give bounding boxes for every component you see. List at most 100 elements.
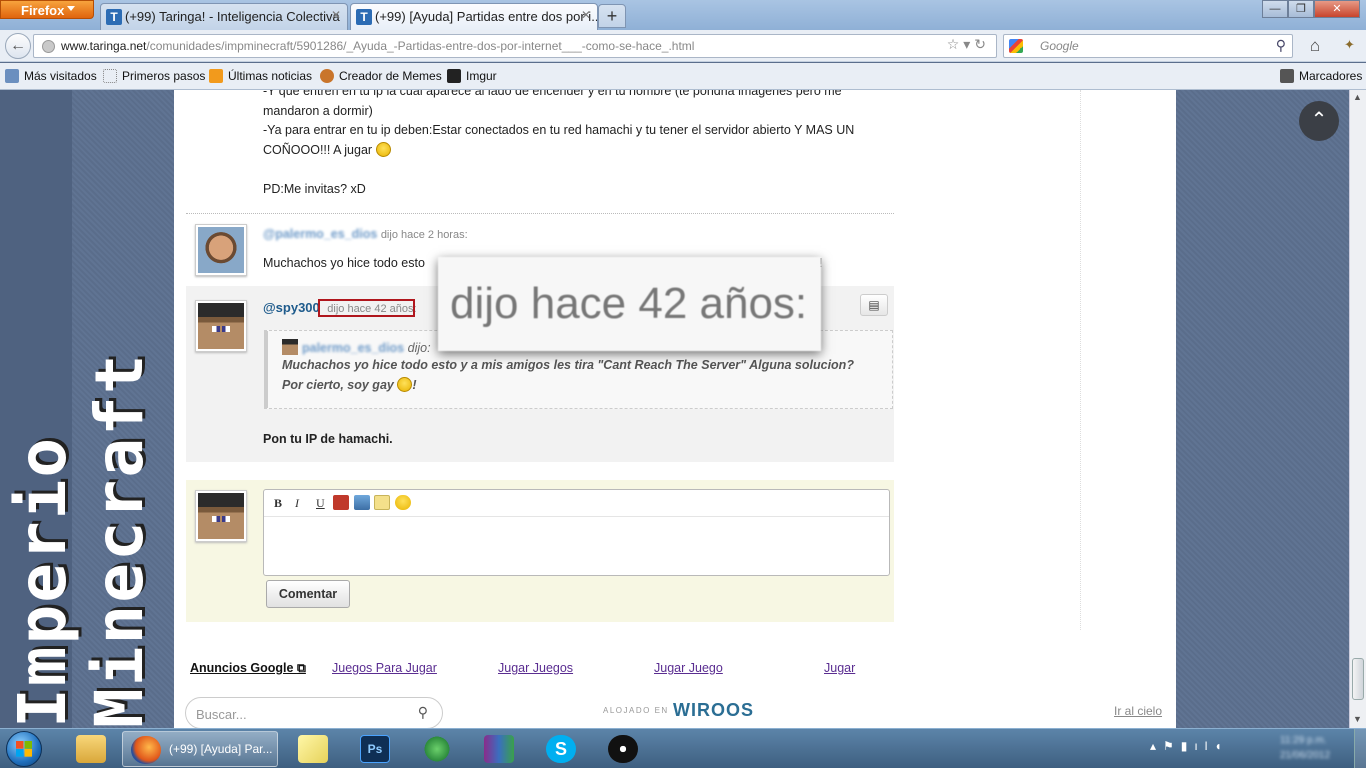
comment-editor[interactable]: B I U: [263, 489, 890, 576]
clock-time: 11:29 p.m.: [1280, 735, 1327, 746]
comment-author[interactable]: @spy300: [263, 300, 320, 315]
bookmark-mas-visitados[interactable]: Más visitados: [5, 69, 97, 83]
quote-said: dijo:: [407, 341, 431, 355]
page-scrollbar[interactable]: ▲ ▼: [1349, 90, 1366, 728]
youtube-icon[interactable]: [333, 495, 349, 510]
bold-button[interactable]: B: [274, 496, 282, 511]
scroll-down-icon[interactable]: ▼: [1353, 714, 1362, 724]
quote-text: Por cierto, soy gay: [282, 378, 394, 392]
scrollbar-thumb[interactable]: [1352, 658, 1364, 700]
comment-timestamp: dijo hace 2 horas:: [380, 229, 468, 241]
bookmark-primeros-pasos[interactable]: Primeros pasos: [103, 69, 205, 83]
close-window-button[interactable]: ✕: [1314, 0, 1360, 18]
bookmark-label: Imgur: [466, 69, 497, 83]
avatar[interactable]: [195, 490, 247, 542]
footer-search-placeholder: Buscar...: [196, 707, 247, 722]
quote-text-end: !: [412, 378, 417, 392]
reply-icon[interactable]: ▤: [860, 294, 888, 316]
show-desktop-button[interactable]: [1354, 729, 1366, 768]
avatar[interactable]: [195, 300, 247, 352]
comentar-button[interactable]: Comentar: [266, 580, 350, 608]
winrar-icon: [484, 735, 514, 763]
maximize-button[interactable]: ❐: [1288, 0, 1314, 18]
addon-icon[interactable]: ✦: [1344, 37, 1360, 53]
close-tab-icon[interactable]: ✕: [581, 8, 591, 22]
bookmark-creador-de-memes[interactable]: Creador de Memes: [320, 69, 442, 83]
scroll-to-top-button[interactable]: ⌃: [1299, 101, 1339, 141]
start-button[interactable]: [6, 731, 42, 767]
comment-separator: [186, 213, 894, 214]
rss-icon: [209, 69, 223, 83]
zoom-callout: dijo hace 42 años:: [438, 257, 821, 351]
quote-avatar: [282, 339, 298, 355]
ad-link[interactable]: Jugar: [824, 661, 855, 675]
site-identity-icon[interactable]: [42, 40, 55, 53]
tab-ayuda-partidas[interactable]: T (+99) [Ayuda] Partidas entre dos por i…: [350, 3, 598, 30]
comment-1-text: COÑOOO!!! A jugar: [263, 143, 373, 157]
firefox-menu-button[interactable]: Firefox: [0, 0, 94, 19]
bookmark-label: Más visitados: [24, 69, 97, 83]
bookmark-label: Creador de Memes: [339, 69, 442, 83]
italic-button[interactable]: I: [295, 496, 299, 511]
steam-task[interactable]: [594, 731, 652, 767]
scroll-up-icon[interactable]: ▲: [1353, 92, 1362, 102]
hosted-by-label: ALOJADO EN: [603, 706, 669, 715]
messenger-task[interactable]: [408, 731, 466, 767]
close-tab-icon[interactable]: ✕: [331, 8, 341, 22]
tab-taringa-home[interactable]: T (+99) Taringa! - Inteligencia Colectiv…: [100, 3, 348, 30]
bookmark-ultimas-noticias[interactable]: Últimas noticias: [209, 69, 312, 83]
firefox-task[interactable]: (+99) [Ayuda] Par...: [122, 731, 278, 767]
winrar-task[interactable]: [470, 731, 528, 767]
background-banner: Imperio Minecraft: [0, 90, 158, 728]
comment-author[interactable]: @palermo_es_dios: [263, 227, 377, 241]
explorer-task[interactable]: [62, 731, 120, 767]
google-engine-icon[interactable]: [1009, 39, 1023, 53]
bookmarks-menu[interactable]: Marcadores: [1280, 69, 1362, 83]
bookmark-star-icon[interactable]: ☆▾↻: [947, 36, 990, 53]
avatar[interactable]: [195, 224, 247, 276]
search-bar[interactable]: Google ⚲: [1003, 34, 1293, 58]
taringa-favicon-icon: T: [106, 9, 122, 25]
clock[interactable]: 11:29 p.m. 21/06/2012: [1280, 733, 1330, 763]
page-icon: [103, 69, 117, 83]
bookmark-folder-icon: [5, 69, 19, 83]
photoshop-task[interactable]: Ps: [346, 731, 404, 767]
bookmark-imgur[interactable]: Imgur: [447, 69, 497, 83]
title-bar: Firefox T (+99) Taringa! - Inteligencia …: [0, 0, 1366, 30]
folder-icon: [76, 735, 106, 763]
ad-link[interactable]: Jugar Juego: [654, 661, 723, 675]
search-icon[interactable]: ⚲: [418, 704, 428, 721]
wiroos-logo[interactable]: WIROOS: [673, 700, 754, 721]
ad-link[interactable]: Jugar Juegos: [498, 661, 573, 675]
back-to-top-link[interactable]: Ir al cielo: [1114, 704, 1162, 718]
home-icon[interactable]: ⌂: [1305, 36, 1325, 56]
quote-line: Muchachos yo hice todo esto y a mis amig…: [282, 358, 854, 372]
sticky-notes-task[interactable]: [284, 731, 342, 767]
new-tab-button[interactable]: +: [598, 4, 626, 28]
system-tray[interactable]: ▴⚑▮ıl◖: [1150, 739, 1270, 759]
image-icon[interactable]: [354, 495, 370, 510]
taringa-favicon-icon: T: [356, 9, 372, 25]
search-icon[interactable]: ⚲: [1276, 37, 1286, 54]
emoticon-icon[interactable]: [395, 495, 411, 510]
ads-label[interactable]: Anuncios Google ⧉: [190, 661, 306, 676]
bookmarks-toolbar: Más visitados Primeros pasos Últimas not…: [0, 63, 1366, 90]
laughing-smiley-icon: [375, 142, 391, 157]
star-icon: [1280, 69, 1294, 83]
bookmarks-menu-label: Marcadores: [1299, 69, 1363, 83]
bookmark-label: Primeros pasos: [122, 69, 206, 83]
quote-icon[interactable]: [374, 495, 390, 510]
ad-link[interactable]: Juegos Para Jugar: [332, 661, 437, 675]
minimize-button[interactable]: —: [1262, 0, 1288, 18]
skype-task[interactable]: S: [532, 731, 590, 767]
address-bar[interactable]: www.taringa.net/comunidades/impminecraft…: [33, 34, 997, 58]
underline-button[interactable]: U: [316, 496, 325, 511]
back-button[interactable]: ←: [5, 33, 31, 59]
meme-icon: [320, 69, 334, 83]
photoshop-icon: Ps: [360, 735, 390, 763]
footer-search-input[interactable]: Buscar... ⚲: [185, 697, 443, 728]
quote-author[interactable]: palermo_es_dios: [302, 341, 404, 355]
firefox-menu-label: Firefox: [21, 3, 65, 18]
clock-date: 21/06/2012: [1280, 750, 1331, 761]
url-host: www.taringa.net: [61, 39, 147, 53]
